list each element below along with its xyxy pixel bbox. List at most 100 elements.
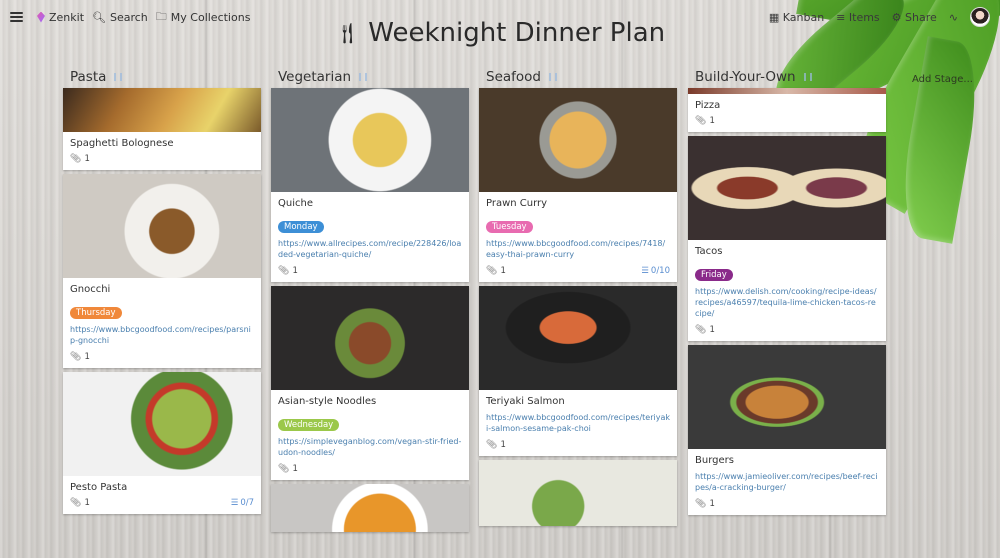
card-body: Prawn Curry Tuesday https://www.bbcgoodfoo… bbox=[479, 192, 677, 282]
card-meta: 📎︎ 1 bbox=[70, 154, 254, 164]
card[interactable]: Teriyaki Salmon https://www.bbcgoodfood.c… bbox=[479, 286, 677, 456]
items-button[interactable]: ≡ Items bbox=[836, 11, 880, 24]
paperclip-icon: 📎︎ bbox=[278, 464, 290, 474]
card[interactable] bbox=[479, 460, 677, 526]
column-header[interactable]: Pasta bbox=[63, 66, 261, 88]
card-meta: 📎︎ 1 bbox=[70, 352, 254, 362]
view-switch-button[interactable]: ▦ Kanban bbox=[769, 11, 824, 24]
column-vegetarian: Vegetarian Quiche Monday https://www.allrec… bbox=[271, 66, 469, 536]
attachments-count[interactable]: 📎︎ 1 bbox=[486, 266, 506, 276]
checklist-value: 0/7 bbox=[240, 498, 254, 508]
day-tag[interactable]: Wednesday bbox=[278, 419, 340, 431]
pasta-photo bbox=[63, 88, 261, 132]
column-title: Build-Your-Own bbox=[695, 69, 796, 85]
card-title: Tacos bbox=[695, 246, 723, 257]
attachments-value: 1 bbox=[84, 352, 90, 362]
card[interactable]: Pesto Pasta 📎︎ 1 ☰ 0/7 bbox=[63, 372, 261, 514]
attachments-value: 1 bbox=[709, 116, 715, 126]
salad-photo bbox=[479, 460, 677, 526]
day-tag[interactable]: Thursday bbox=[70, 307, 122, 319]
brand-label: Zenkit bbox=[49, 10, 85, 24]
recipe-link[interactable]: https://www.allrecipes.com/recipe/228426… bbox=[278, 238, 462, 260]
burger-photo bbox=[688, 345, 886, 449]
card[interactable]: Asian-style Noodles Wednesday https://simp… bbox=[271, 286, 469, 480]
soup-photo bbox=[271, 484, 469, 532]
card-body: Gnocchi Thursday https://www.bbcgoodfood.c… bbox=[63, 278, 261, 368]
card[interactable]: Pizza 📎︎ 1 bbox=[688, 88, 886, 132]
card[interactable]: Quiche Monday https://www.allrecipes.com/r… bbox=[271, 88, 469, 282]
column-menu-icon[interactable] bbox=[803, 73, 812, 81]
column-header[interactable]: Build-Your-Own bbox=[688, 66, 886, 88]
recipe-link[interactable]: https://www.delish.com/cooking/recipe-id… bbox=[695, 286, 879, 319]
avatar[interactable] bbox=[970, 7, 990, 27]
attachments-value: 1 bbox=[292, 266, 298, 276]
card[interactable]: Gnocchi Thursday https://www.bbcgoodfood.c… bbox=[63, 174, 261, 368]
card-meta: 📎︎ 1 ☰ 0/7 bbox=[70, 498, 254, 508]
share-button[interactable]: ⚙ Share bbox=[892, 11, 937, 24]
paperclip-icon: 📎︎ bbox=[70, 352, 82, 362]
attachments-count[interactable]: 📎︎ 1 bbox=[278, 464, 298, 474]
card[interactable]: Prawn Curry Tuesday https://www.bbcgoodfoo… bbox=[479, 88, 677, 282]
checklist-progress[interactable]: ☰ 0/7 bbox=[231, 498, 254, 508]
attachments-count[interactable]: 📎︎ 1 bbox=[70, 498, 90, 508]
checklist-icon: ☰ bbox=[641, 266, 649, 276]
paperclip-icon: 📎︎ bbox=[70, 154, 82, 164]
column-title: Seafood bbox=[486, 69, 541, 85]
recipe-link[interactable]: https://www.bbcgoodfood.com/recipes/7418… bbox=[486, 238, 670, 260]
paperclip-icon: 📎︎ bbox=[695, 325, 707, 335]
menu-button[interactable] bbox=[10, 12, 29, 22]
recipe-link[interactable]: https://www.jamieoliver.com/recipes/beef… bbox=[695, 471, 879, 493]
card-body: Quiche Monday https://www.allrecipes.com/r… bbox=[271, 192, 469, 282]
prawn-curry-photo bbox=[479, 88, 677, 192]
attachments-count[interactable]: 📎︎ 1 bbox=[695, 499, 715, 509]
paperclip-icon: 📎︎ bbox=[486, 440, 498, 450]
attachments-value: 1 bbox=[84, 154, 90, 164]
card[interactable]: Spaghetti Bolognese 📎︎ 1 bbox=[63, 88, 261, 170]
column-header[interactable]: Seafood bbox=[479, 66, 677, 88]
recipe-link[interactable]: https://www.bbcgoodfood.com/recipes/teri… bbox=[486, 412, 670, 434]
attachments-count[interactable]: 📎︎ 1 bbox=[278, 266, 298, 276]
column-menu-icon[interactable] bbox=[549, 73, 557, 81]
attachments-count[interactable]: 📎︎ 1 bbox=[70, 352, 90, 362]
day-tag[interactable]: Monday bbox=[278, 221, 324, 233]
card-title: Spaghetti Bolognese bbox=[70, 138, 174, 149]
share-label: Share bbox=[905, 10, 937, 24]
card[interactable]: Tacos Friday https://www.delish.com/cookin… bbox=[688, 136, 886, 341]
card-body: Teriyaki Salmon https://www.bbcgoodfood.c… bbox=[479, 390, 677, 456]
recipe-link[interactable]: https://www.bbcgoodfood.com/recipes/pars… bbox=[70, 324, 254, 346]
search-button[interactable]: 🔍︎ Search bbox=[92, 11, 148, 24]
column-menu-icon[interactable] bbox=[359, 73, 368, 81]
brand-link[interactable]: Zenkit bbox=[37, 11, 84, 24]
checklist-icon: ☰ bbox=[230, 498, 239, 508]
right-toolbar: ▦ Kanban ≡ Items ⚙ Share ∿ bbox=[769, 0, 990, 34]
tacos-photo bbox=[688, 136, 886, 240]
recipe-link[interactable]: https://simpleveganblog.com/vegan-stir-f… bbox=[278, 436, 462, 458]
column-header[interactable]: Vegetarian bbox=[271, 66, 469, 88]
column-pasta: Pasta Spaghetti Bolognese 📎︎ 1 Gnocchi Thursd… bbox=[63, 66, 261, 518]
card-body: Asian-style Noodles Wednesday https://simp… bbox=[271, 390, 469, 480]
folder-icon: 🗀︎ bbox=[155, 9, 167, 23]
paperclip-icon: 📎︎ bbox=[70, 498, 82, 508]
add-stage-button[interactable]: Add Stage... bbox=[912, 74, 973, 85]
day-tag[interactable]: Friday bbox=[695, 269, 733, 281]
paperclip-icon: 📎︎ bbox=[278, 266, 290, 276]
card-meta: 📎︎ 1 bbox=[278, 266, 462, 276]
attachments-count[interactable]: 📎︎ 1 bbox=[695, 325, 715, 335]
column-menu-icon[interactable] bbox=[114, 73, 123, 81]
day-tag[interactable]: Tuesday bbox=[486, 221, 533, 233]
checklist-progress[interactable]: ☰ 0/10 bbox=[641, 266, 670, 276]
activity-icon[interactable]: ∿ bbox=[949, 11, 958, 24]
card-title: Burgers bbox=[695, 455, 734, 466]
card[interactable]: Burgers https://www.jamieoliver.com/recip… bbox=[688, 345, 886, 515]
attachments-count[interactable]: 📎︎ 1 bbox=[70, 154, 90, 164]
gnocchi-photo bbox=[63, 174, 261, 278]
card[interactable] bbox=[271, 484, 469, 532]
card-meta: 📎︎ 1 bbox=[278, 464, 462, 474]
zenkit-logo-icon bbox=[37, 11, 45, 23]
attachments-count[interactable]: 📎︎ 1 bbox=[486, 440, 506, 450]
card-title: Gnocchi bbox=[70, 284, 111, 295]
attachments-value: 1 bbox=[500, 266, 506, 276]
collections-button[interactable]: 🗀︎ My Collections bbox=[156, 8, 251, 27]
search-label: Search bbox=[109, 10, 148, 24]
attachments-count[interactable]: 📎︎ 1 bbox=[695, 116, 715, 126]
